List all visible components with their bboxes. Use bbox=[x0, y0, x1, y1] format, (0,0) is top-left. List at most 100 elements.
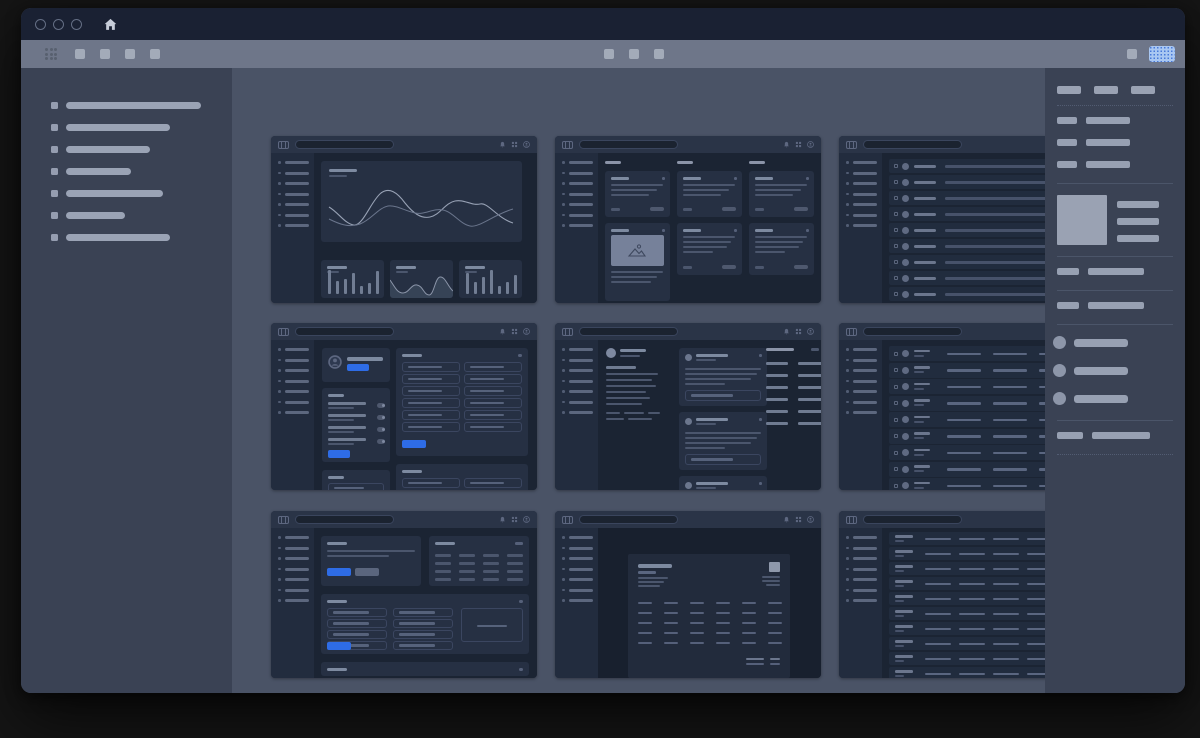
row-subtext-bar bbox=[914, 388, 924, 390]
user-icon bbox=[328, 355, 342, 369]
mini-app-header bbox=[555, 136, 821, 153]
mini-sidebar-bullet bbox=[562, 224, 565, 227]
inspector-tab-2[interactable] bbox=[1131, 86, 1155, 94]
invoice-cell-bar bbox=[690, 622, 704, 624]
row-cell-bar bbox=[925, 613, 951, 615]
inspector-avatar-row-0[interactable] bbox=[1057, 336, 1173, 349]
mini-input-field bbox=[402, 362, 460, 372]
mini-panel bbox=[321, 260, 384, 298]
mini-sidebar-bullet bbox=[562, 214, 565, 217]
sidebar-item-0[interactable] bbox=[21, 101, 232, 109]
mini-sidebar-item bbox=[555, 203, 598, 206]
toolbar-button[interactable] bbox=[100, 49, 110, 59]
sidebar-item-1[interactable] bbox=[21, 123, 232, 131]
toolbar-button[interactable] bbox=[654, 49, 664, 59]
dashboard-card-invoice-document-preview[interactable] bbox=[555, 511, 821, 678]
post-author-bar bbox=[696, 354, 728, 357]
home-icon[interactable] bbox=[104, 18, 117, 31]
inspector-avatar-row-2[interactable] bbox=[1057, 392, 1173, 405]
row-sender-bar bbox=[914, 213, 936, 216]
row-cell-bar bbox=[1039, 386, 1045, 389]
chart-title-bar bbox=[329, 169, 357, 172]
invoice-cell-bar bbox=[690, 602, 704, 604]
dashboard-card-social-feed-preview[interactable] bbox=[555, 323, 821, 490]
mini-main-area bbox=[314, 528, 537, 678]
stat-grid-bar bbox=[507, 570, 523, 573]
row-subject-bar bbox=[945, 277, 1045, 280]
mini-header-icons bbox=[499, 328, 530, 335]
mini-sidebar-item bbox=[271, 401, 314, 404]
mini-input-value-bar bbox=[408, 390, 442, 393]
mini-textarea-field bbox=[461, 608, 523, 642]
row-sender-bar bbox=[914, 277, 936, 280]
toolbar-button[interactable] bbox=[75, 49, 85, 59]
mini-search-input bbox=[863, 327, 962, 336]
mini-sidebar-item bbox=[271, 589, 314, 592]
mini-sidebar-bullet bbox=[278, 568, 281, 571]
toolbar-button[interactable] bbox=[150, 49, 160, 59]
row-avatar bbox=[902, 259, 909, 266]
bar-chart-bar bbox=[352, 273, 355, 294]
mini-sidebar-label-bar bbox=[853, 380, 877, 383]
mini-sidebar-label-bar bbox=[853, 214, 877, 217]
app-toolbar bbox=[21, 40, 1185, 68]
dashboard-card-project-form-preview[interactable] bbox=[271, 511, 537, 678]
sidebar-toggle-icon bbox=[846, 141, 857, 149]
mini-sidebar-label-bar bbox=[569, 401, 593, 404]
row-avatar bbox=[902, 383, 909, 390]
row-checkbox bbox=[894, 352, 898, 356]
media-thumbnail-square[interactable] bbox=[1057, 195, 1107, 245]
invoice-meta-line bbox=[766, 584, 780, 586]
kanban-card-image-placeholder bbox=[611, 235, 664, 266]
dashboard-card-analytics-dashboard-preview[interactable] bbox=[271, 136, 537, 303]
inspector-field-row bbox=[1057, 139, 1173, 146]
dashboard-card-inbox-list-preview[interactable] bbox=[839, 136, 1045, 303]
mini-app-body bbox=[271, 153, 537, 303]
mini-sidebar-bullet bbox=[846, 348, 849, 351]
sidebar-item-4[interactable] bbox=[21, 189, 232, 197]
toolbar-button[interactable] bbox=[125, 49, 135, 59]
row-label-bar bbox=[895, 565, 913, 568]
mini-panel bbox=[749, 171, 814, 217]
traffic-light-0[interactable] bbox=[35, 19, 46, 30]
primary-action-button[interactable] bbox=[1149, 46, 1175, 62]
dashboard-card-user-table-preview[interactable] bbox=[839, 323, 1045, 490]
user-icon bbox=[523, 141, 530, 148]
inspector-divider bbox=[1057, 105, 1173, 106]
toolbar-button[interactable] bbox=[604, 49, 614, 59]
sidebar-item-3[interactable] bbox=[21, 167, 232, 175]
mini-app-header bbox=[839, 323, 1045, 340]
mini-sidebar-item bbox=[555, 161, 598, 164]
dashboard-card-settings-profile-preview[interactable] bbox=[271, 323, 537, 490]
traffic-light-2[interactable] bbox=[71, 19, 82, 30]
inspector-avatar-row-1[interactable] bbox=[1057, 364, 1173, 377]
sidebar-item-6[interactable] bbox=[21, 233, 232, 241]
mini-sidebar-label-bar bbox=[853, 348, 877, 351]
mini-sidebar-item bbox=[839, 380, 882, 383]
dashboard-card-kanban-board-preview[interactable] bbox=[555, 136, 821, 303]
toolbar-button[interactable] bbox=[629, 49, 639, 59]
mini-search-input bbox=[863, 515, 962, 524]
traffic-light-1[interactable] bbox=[53, 19, 64, 30]
inspector-field-row bbox=[1057, 268, 1173, 275]
toolbar-button[interactable] bbox=[1127, 49, 1137, 59]
sidebar-item-2[interactable] bbox=[21, 145, 232, 153]
app-grid-icon[interactable] bbox=[45, 48, 57, 60]
inspector-tab-0[interactable] bbox=[1057, 86, 1081, 94]
mini-sidebar-bullet bbox=[562, 589, 565, 592]
dashboard-card-data-table-preview[interactable] bbox=[839, 511, 1045, 678]
row-subject-bar bbox=[945, 245, 1045, 248]
mini-input-value-bar bbox=[333, 633, 369, 636]
row-cell-bar bbox=[993, 402, 1027, 405]
inspector-tab-1[interactable] bbox=[1094, 86, 1118, 94]
row-sender-bar bbox=[914, 165, 936, 168]
mini-sidebar-label-bar bbox=[853, 359, 877, 362]
mini-input-value-bar bbox=[470, 366, 504, 369]
bar-chart-bar bbox=[514, 275, 517, 294]
post-menu-dot bbox=[759, 418, 762, 421]
invoice-cell-bar bbox=[742, 602, 756, 604]
mini-input-field bbox=[464, 386, 522, 396]
sidebar-item-5[interactable] bbox=[21, 211, 232, 219]
sidebar-toggle-icon bbox=[278, 328, 289, 336]
row-sublabel-bar bbox=[895, 675, 904, 677]
